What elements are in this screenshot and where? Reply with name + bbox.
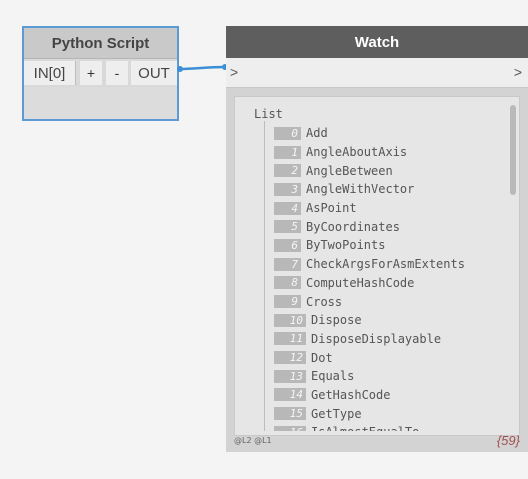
list-index-badge: 16: [274, 425, 306, 431]
list-item-value: IsAlmostEqualTo: [311, 425, 419, 431]
watch-footer: @L2 @L1 {59}: [234, 433, 520, 450]
list-index-badge: 7: [274, 257, 301, 271]
list-index-badge: 4: [274, 201, 301, 215]
watch-node-ports: > >: [226, 58, 528, 88]
list-item: 12 Dot: [274, 348, 465, 367]
list-item: 7 CheckArgsForAsmExtents: [274, 255, 465, 274]
list-item: 16 IsAlmostEqualTo: [274, 423, 465, 431]
watch-list: List 0 Add 1 AngleAboutAxis 2 AngleBetween 3 An…: [235, 97, 503, 431]
list-item-value: GetType: [311, 406, 362, 421]
watch-preview-panel[interactable]: List 0 Add 1 AngleAboutAxis 2 AngleBetween 3 An…: [234, 96, 520, 436]
list-item: 0 Add: [274, 124, 465, 143]
list-item: 11 DisposeDisplayable: [274, 330, 465, 349]
list-index-badge: 9: [274, 295, 301, 309]
list-item: 6 ByTwoPoints: [274, 236, 465, 255]
list-tree-line: [264, 121, 265, 431]
list-item-value: GetHashCode: [311, 387, 391, 402]
list-index-badge: 12: [274, 351, 306, 365]
scrollbar-thumb[interactable]: [510, 105, 516, 195]
list-item-value: Dispose: [311, 313, 362, 328]
list-index-badge: 3: [274, 182, 301, 196]
list-item-value: DisposeDisplayable: [311, 331, 442, 346]
list-item-value: Equals: [311, 369, 355, 384]
list-item: 1 AngleAboutAxis: [274, 143, 465, 162]
list-item: 4 AsPoint: [274, 199, 465, 218]
list-item-value: AngleAboutAxis: [306, 145, 408, 160]
list-index-badge: 5: [274, 220, 301, 234]
list-index-badge: 10: [274, 313, 306, 327]
list-index-badge: 11: [274, 332, 306, 346]
list-item: 14 GetHashCode: [274, 386, 465, 405]
list-item: 15 GetType: [274, 404, 465, 423]
list-item-value: ByTwoPoints: [306, 238, 386, 253]
list-item: 8 ComputeHashCode: [274, 274, 465, 293]
list-index-badge: 2: [274, 164, 301, 178]
list-index-badge: 0: [274, 126, 301, 140]
list-item-value: Cross: [306, 294, 343, 309]
list-levels[interactable]: @L2 @L1: [234, 436, 272, 445]
list-item: 3 AngleWithVector: [274, 180, 465, 199]
watch-input-port[interactable]: >: [230, 64, 238, 80]
watch-output-port[interactable]: >: [514, 64, 522, 80]
list-index-badge: 14: [274, 388, 306, 402]
list-item-value: ComputeHashCode: [306, 275, 415, 290]
list-index-badge: 8: [274, 276, 301, 290]
list-item-value: ByCoordinates: [306, 219, 400, 234]
list-index-badge: 6: [274, 238, 301, 252]
list-index-badge: 15: [274, 407, 306, 421]
list-item: 2 AngleBetween: [274, 161, 465, 180]
list-item-value: CheckArgsForAsmExtents: [306, 257, 465, 272]
list-items: 0 Add 1 AngleAboutAxis 2 AngleBetween 3 AngleWi…: [274, 124, 465, 431]
watch-node-title[interactable]: Watch: [226, 26, 528, 58]
list-index-badge: 1: [274, 145, 301, 159]
list-item: 5 ByCoordinates: [274, 217, 465, 236]
list-item: 9 Cross: [274, 292, 465, 311]
list-item-value: AngleBetween: [306, 163, 393, 178]
list-item: 10 Dispose: [274, 311, 465, 330]
list-label: List: [254, 107, 283, 121]
list-item-value: Dot: [311, 350, 333, 365]
list-item: 13 Equals: [274, 367, 465, 386]
watch-node[interactable]: Watch > > List 0 Add 1 AngleAboutAxis 2 Angle…: [226, 26, 528, 452]
list-index-badge: 13: [274, 369, 306, 383]
item-count: {59}: [496, 433, 520, 448]
list-item-value: AsPoint: [306, 201, 357, 216]
list-item-value: Add: [306, 126, 328, 141]
list-item-value: AngleWithVector: [306, 182, 415, 197]
